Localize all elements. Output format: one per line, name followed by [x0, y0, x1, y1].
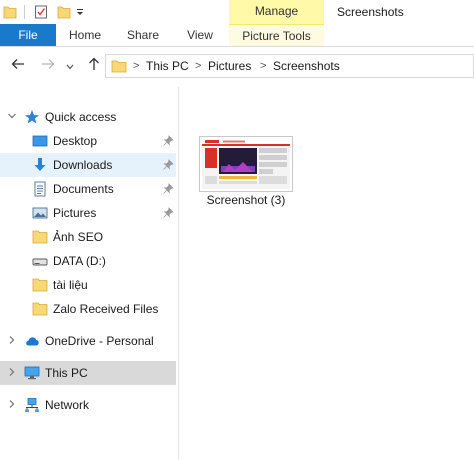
nav-label: Network	[45, 398, 90, 412]
tab-share[interactable]: Share	[114, 24, 172, 46]
nav-label: Desktop	[53, 134, 98, 148]
breadcrumb-separator[interactable]: >	[195, 55, 201, 77]
separator	[24, 5, 25, 19]
image-thumbnail	[199, 136, 293, 192]
nav-label: OneDrive - Personal	[45, 334, 154, 348]
title-bar: Manage Screenshots	[0, 0, 474, 24]
breadcrumb-this-pc[interactable]: This PC	[146, 55, 189, 77]
address-bar[interactable]: > This PC > Pictures > Screenshots	[105, 54, 474, 78]
navigation-pane: Quick access Desktop Downloads Documents	[0, 87, 176, 460]
nav-network[interactable]: Network	[0, 393, 176, 417]
forward-button[interactable]	[38, 57, 58, 77]
nav-onedrive[interactable]: OneDrive - Personal	[0, 329, 176, 353]
nav-item-tai-lieu[interactable]: tài liệu	[0, 273, 176, 297]
tab-home[interactable]: Home	[56, 24, 114, 46]
customize-toolbar-icon[interactable]	[76, 4, 84, 20]
folder-icon[interactable]	[3, 4, 17, 20]
pane-divider[interactable]	[178, 87, 179, 460]
nav-item-desktop[interactable]: Desktop	[0, 129, 176, 153]
ribbon-tabs: File Home Share View Picture Tools	[0, 24, 474, 47]
pin-icon[interactable]	[162, 159, 174, 171]
chevron-right-icon[interactable]	[6, 399, 18, 411]
folder-icon	[111, 60, 127, 73]
nav-label: Downloads	[53, 158, 113, 172]
chevron-down-icon[interactable]	[6, 111, 18, 123]
file-item-screenshot-3[interactable]	[199, 136, 293, 192]
chevron-right-icon[interactable]	[6, 335, 18, 347]
properties-icon[interactable]	[34, 4, 48, 20]
nav-label: Ảnh SEO	[53, 230, 104, 244]
arrow-left-icon	[11, 59, 24, 69]
nav-label: Quick access	[45, 110, 117, 124]
tab-view[interactable]: View	[172, 24, 228, 46]
network-icon	[25, 398, 39, 412]
tab-file[interactable]: File	[0, 24, 56, 46]
folder-icon	[32, 230, 48, 244]
nav-label: tài liệu	[53, 278, 88, 292]
nav-label: This PC	[45, 366, 88, 380]
folder-icon	[32, 302, 48, 316]
drive-icon	[32, 258, 48, 266]
computer-icon	[24, 366, 40, 380]
nav-label: Documents	[53, 182, 114, 196]
cloud-icon	[26, 337, 39, 346]
new-folder-icon[interactable]	[57, 4, 71, 20]
manage-context-label: Manage	[229, 0, 324, 24]
nav-quick-access[interactable]: Quick access	[0, 105, 176, 129]
arrow-right-icon	[42, 59, 55, 69]
pin-icon[interactable]	[162, 135, 174, 147]
tab-picture-tools[interactable]: Picture Tools	[229, 24, 324, 46]
chevron-down-icon	[66, 64, 74, 70]
breadcrumb-screenshots[interactable]: Screenshots	[273, 55, 340, 77]
back-button[interactable]	[8, 57, 28, 77]
pin-icon[interactable]	[162, 207, 174, 219]
nav-item-zalo-received-files[interactable]: Zalo Received Files	[0, 297, 176, 321]
pin-icon[interactable]	[162, 183, 174, 195]
star-icon	[25, 110, 39, 124]
chevron-right-icon[interactable]	[6, 367, 18, 379]
download-arrow-icon	[34, 158, 46, 171]
nav-item-anh-seo[interactable]: Ảnh SEO	[0, 225, 176, 249]
nav-label: Pictures	[53, 206, 97, 220]
pictures-icon	[32, 207, 48, 219]
nav-this-pc[interactable]: This PC	[0, 361, 176, 385]
nav-item-documents[interactable]: Documents	[0, 177, 176, 201]
up-button[interactable]	[84, 57, 104, 77]
nav-label: Zalo Received Files	[53, 302, 159, 316]
documents-icon	[34, 181, 46, 197]
nav-item-downloads[interactable]: Downloads	[0, 153, 176, 177]
file-name[interactable]: Screenshot (3)	[196, 192, 296, 208]
breadcrumb-separator[interactable]: >	[260, 55, 266, 77]
window-title: Screenshots	[337, 5, 404, 19]
recent-locations-button[interactable]	[64, 57, 76, 77]
nav-label: DATA (D:)	[53, 254, 106, 268]
nav-item-pictures[interactable]: Pictures	[0, 201, 176, 225]
navigation-bar: > This PC > Pictures > Screenshots	[0, 47, 474, 87]
breadcrumb-separator[interactable]: >	[133, 55, 139, 77]
breadcrumb-pictures[interactable]: Pictures	[208, 55, 251, 77]
desktop-icon	[32, 135, 48, 147]
nav-item-data-drive[interactable]: DATA (D:)	[0, 249, 176, 273]
folder-icon	[32, 278, 48, 292]
arrow-up-icon	[89, 57, 99, 70]
